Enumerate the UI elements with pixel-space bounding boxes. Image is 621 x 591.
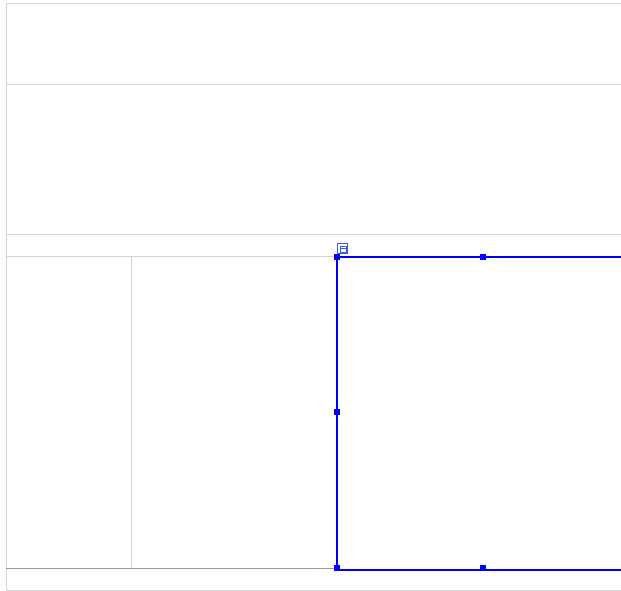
row-divider-4 xyxy=(6,568,336,569)
row-divider-1 xyxy=(6,84,621,85)
resize-handle-bottom-middle[interactable] xyxy=(480,565,486,571)
resize-handle-bottom-left[interactable] xyxy=(334,565,340,571)
row-divider-3 xyxy=(6,256,336,257)
selected-table-cell[interactable] xyxy=(336,256,621,571)
resize-handle-top-left[interactable] xyxy=(334,254,340,260)
resize-handle-middle-left[interactable] xyxy=(334,409,340,415)
row-divider-2 xyxy=(6,234,621,235)
table-border-top xyxy=(6,3,621,4)
document-canvas[interactable] xyxy=(0,0,621,591)
move-icon-bar xyxy=(340,248,346,249)
resize-handle-top-middle[interactable] xyxy=(480,254,486,260)
column-divider xyxy=(131,256,132,568)
table-border-left xyxy=(6,3,7,591)
table-move-icon[interactable] xyxy=(337,243,348,254)
